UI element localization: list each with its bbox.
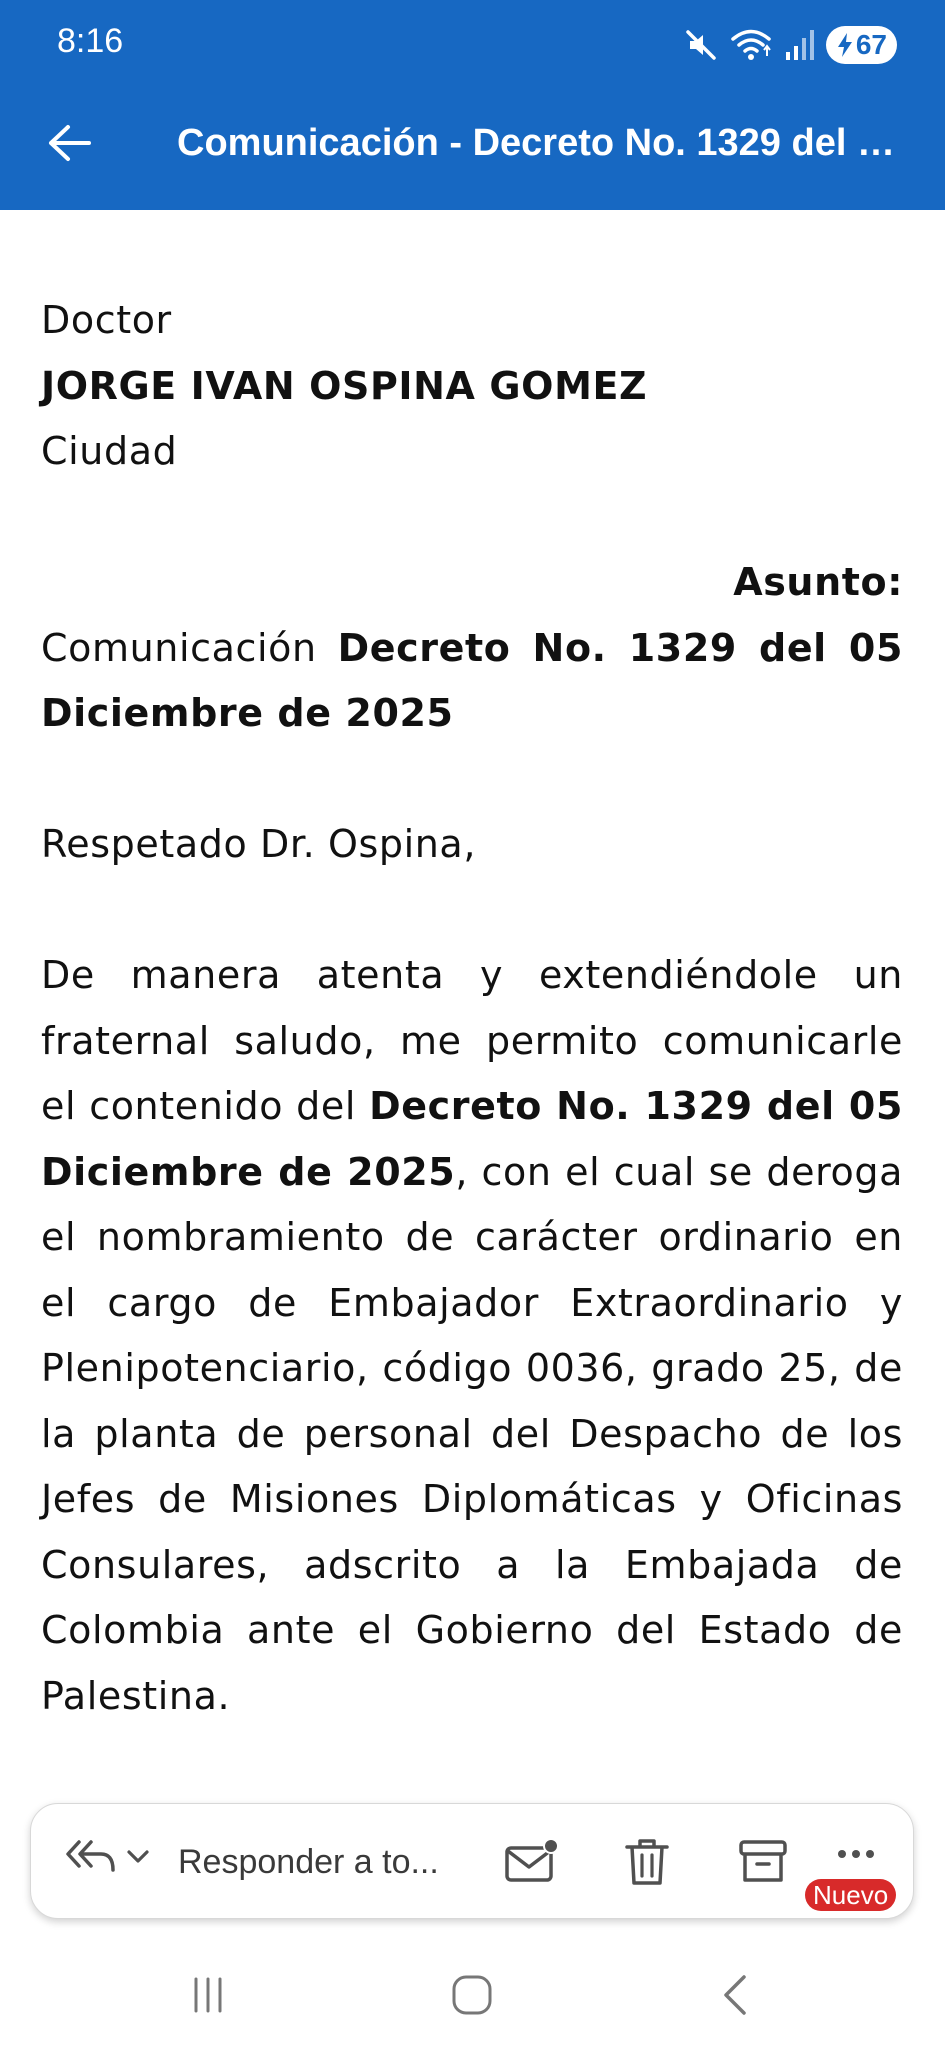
battery-level: 67 — [855, 29, 887, 60]
nav-back-button[interactable] — [696, 1965, 776, 2025]
wifi-icon — [730, 28, 772, 62]
status-time: 8:16 — [57, 22, 124, 60]
reply-all-label[interactable]: Responder a to... — [178, 1834, 468, 1890]
home-button[interactable] — [432, 1965, 512, 2025]
status-icons: 67 — [684, 22, 897, 68]
mark-unread-button[interactable] — [501, 1834, 561, 1890]
chevron-down-icon — [127, 1850, 149, 1863]
system-nav-bar — [0, 1945, 945, 2048]
signal-icon — [784, 28, 814, 62]
paragraph-rest: , con el cual se deroga el nombramiento … — [41, 1149, 903, 1718]
subject-label: Asunto: — [733, 560, 903, 604]
subject-line: Comunicación Decreto No. 1329 del 05 Dic… — [41, 616, 903, 747]
app-bar: 8:16 67 Comunicación - Decreto No. 1329 … — [0, 0, 945, 210]
mark-unread-icon — [505, 1838, 559, 1882]
battery-charging-icon: 67 — [825, 26, 897, 64]
reply-all-button[interactable] — [65, 1834, 151, 1878]
back-arrow-icon — [49, 125, 91, 161]
mute-icon — [684, 28, 718, 62]
trash-icon — [625, 1839, 669, 1885]
subject-prefix: Comunicación — [41, 625, 317, 670]
salutation-title: Doctor — [41, 298, 172, 342]
email-subject-title: Comunicación - Decreto No. 1329 del 0... — [177, 122, 899, 164]
recipient-name: JORGE IVAN OSPINA GOMEZ — [41, 363, 648, 408]
email-body: Doctor JORGE IVAN OSPINA GOMEZ Ciudad As… — [41, 288, 903, 1729]
recipient-city: Ciudad — [41, 429, 178, 473]
archive-button[interactable] — [733, 1834, 793, 1890]
more-button[interactable] — [826, 1826, 886, 1882]
email-action-bar: Responder a to... Nuevo — [30, 1803, 914, 1919]
home-icon — [452, 1975, 492, 2015]
recent-apps-button[interactable] — [168, 1965, 248, 2025]
archive-icon — [739, 1840, 787, 1882]
back-button[interactable] — [38, 115, 100, 171]
greeting: Respetado Dr. Ospina, — [41, 822, 476, 866]
delete-button[interactable] — [617, 1834, 677, 1890]
more-icon — [838, 1850, 874, 1858]
recent-apps-icon — [194, 1977, 222, 2013]
new-badge: Nuevo — [805, 1879, 897, 1911]
body-paragraph: De manera atenta y extendiéndole un frat… — [41, 943, 903, 1729]
back-icon — [724, 1975, 746, 2015]
reply-all-icon — [66, 1840, 115, 1872]
